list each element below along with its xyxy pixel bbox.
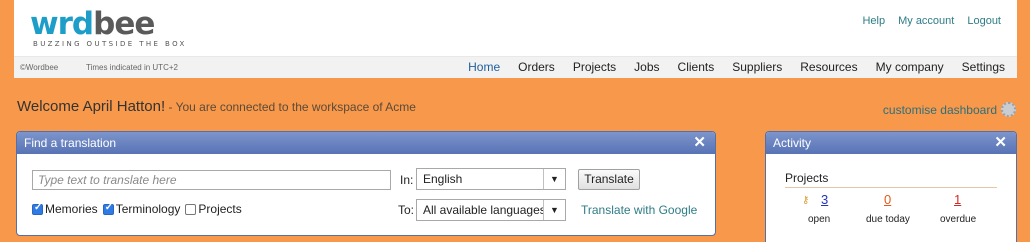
account-links: Help My account Logout: [862, 15, 1001, 27]
due-today-label: due today: [866, 214, 910, 225]
customise-dashboard: customise dashboard: [883, 102, 1016, 117]
welcome-title: Welcome April Hatton!: [17, 98, 166, 115]
activity-panel: Activity ✕ Projects ⚷ 3 0 1 open due tod…: [765, 131, 1017, 242]
welcome-subtitle: - You are connected to the workspace of …: [165, 100, 416, 114]
target-language-select[interactable]: All available languages ▼: [416, 199, 566, 221]
overdue-count-link[interactable]: 1: [954, 192, 961, 207]
panel-title: Find a translation: [24, 136, 117, 150]
nav-settings[interactable]: Settings: [953, 59, 1014, 75]
my-account-link[interactable]: My account: [898, 15, 954, 27]
nav-orders[interactable]: Orders: [509, 59, 564, 75]
main-nav: Home Orders Projects Jobs Clients Suppli…: [459, 59, 1014, 75]
dropdown-arrow-icon[interactable]: ▼: [543, 200, 565, 220]
close-icon[interactable]: ✕: [693, 132, 706, 154]
copyright-text: ©Wordbee: [20, 63, 59, 72]
checkbox-memories[interactable]: Memories: [32, 202, 98, 216]
dropdown-arrow-icon[interactable]: ▼: [543, 169, 565, 189]
customise-dashboard-link[interactable]: customise dashboard: [883, 103, 997, 117]
checkbox-label: Terminology: [115, 202, 181, 216]
app-header: wrdbee BUZZING OUTSIDE THE BOX Help My a…: [14, 0, 1017, 78]
to-label: To:: [398, 203, 415, 217]
translate-with-google-link[interactable]: Translate with Google: [581, 203, 697, 217]
welcome-message: Welcome April Hatton! - You are connecte…: [17, 98, 416, 115]
nav-projects[interactable]: Projects: [564, 59, 625, 75]
checkbox-unchecked-icon[interactable]: [185, 203, 197, 215]
nav-strip: ©Wordbee Times indicated in UTC+2 Home O…: [14, 56, 1017, 78]
logo-part-2: rd: [57, 6, 94, 42]
nav-resources[interactable]: Resources: [791, 59, 866, 75]
nav-home[interactable]: Home: [459, 59, 509, 75]
divider: [785, 187, 997, 188]
key-icon: ⚷: [802, 195, 810, 206]
checkbox-projects[interactable]: Projects: [185, 202, 242, 216]
source-language-select[interactable]: English ▼: [416, 168, 566, 190]
nav-clients[interactable]: Clients: [669, 59, 724, 75]
panel-title: Activity: [773, 136, 812, 150]
checkbox-checked-icon[interactable]: [102, 202, 114, 215]
close-icon[interactable]: ✕: [994, 132, 1007, 154]
projects-section-title: Projects: [785, 171, 829, 185]
overdue-label: overdue: [940, 214, 977, 225]
help-link[interactable]: Help: [862, 15, 885, 27]
nav-suppliers[interactable]: Suppliers: [723, 59, 791, 75]
logo-wordmark: wrdbee: [30, 8, 187, 40]
in-label: In:: [400, 173, 414, 187]
panel-header: Activity ✕: [766, 132, 1016, 154]
logo-part-1: w: [30, 6, 59, 42]
nav-my-company[interactable]: My company: [867, 59, 953, 75]
find-translation-panel: Find a translation ✕ In: English ▼ Trans…: [16, 131, 716, 236]
nav-jobs[interactable]: Jobs: [625, 59, 668, 75]
resource-checkboxes: Memories Terminology Projects: [32, 202, 242, 216]
timezone-text: Times indicated in UTC+2: [86, 63, 178, 72]
gear-icon[interactable]: [1001, 102, 1016, 117]
logout-link[interactable]: Logout: [967, 15, 1001, 27]
checkbox-terminology[interactable]: Terminology: [102, 202, 181, 216]
translate-button[interactable]: Translate: [578, 169, 640, 190]
checkbox-label: Memories: [45, 202, 98, 216]
logo-part-3: bee: [93, 6, 155, 42]
target-language-value: All available languages: [423, 203, 546, 217]
open-count-link[interactable]: 3: [821, 192, 828, 207]
open-label: open: [808, 214, 831, 225]
wordbee-logo[interactable]: wrdbee BUZZING OUTSIDE THE BOX: [30, 8, 187, 48]
panel-header: Find a translation ✕: [17, 132, 715, 154]
due-today-count-link[interactable]: 0: [884, 192, 891, 207]
translate-search-input[interactable]: [32, 170, 391, 190]
checkbox-checked-icon[interactable]: [32, 202, 43, 215]
source-language-value: English: [423, 172, 463, 186]
checkbox-label: Projects: [198, 202, 242, 216]
logo-tagline: BUZZING OUTSIDE THE BOX: [33, 40, 187, 48]
